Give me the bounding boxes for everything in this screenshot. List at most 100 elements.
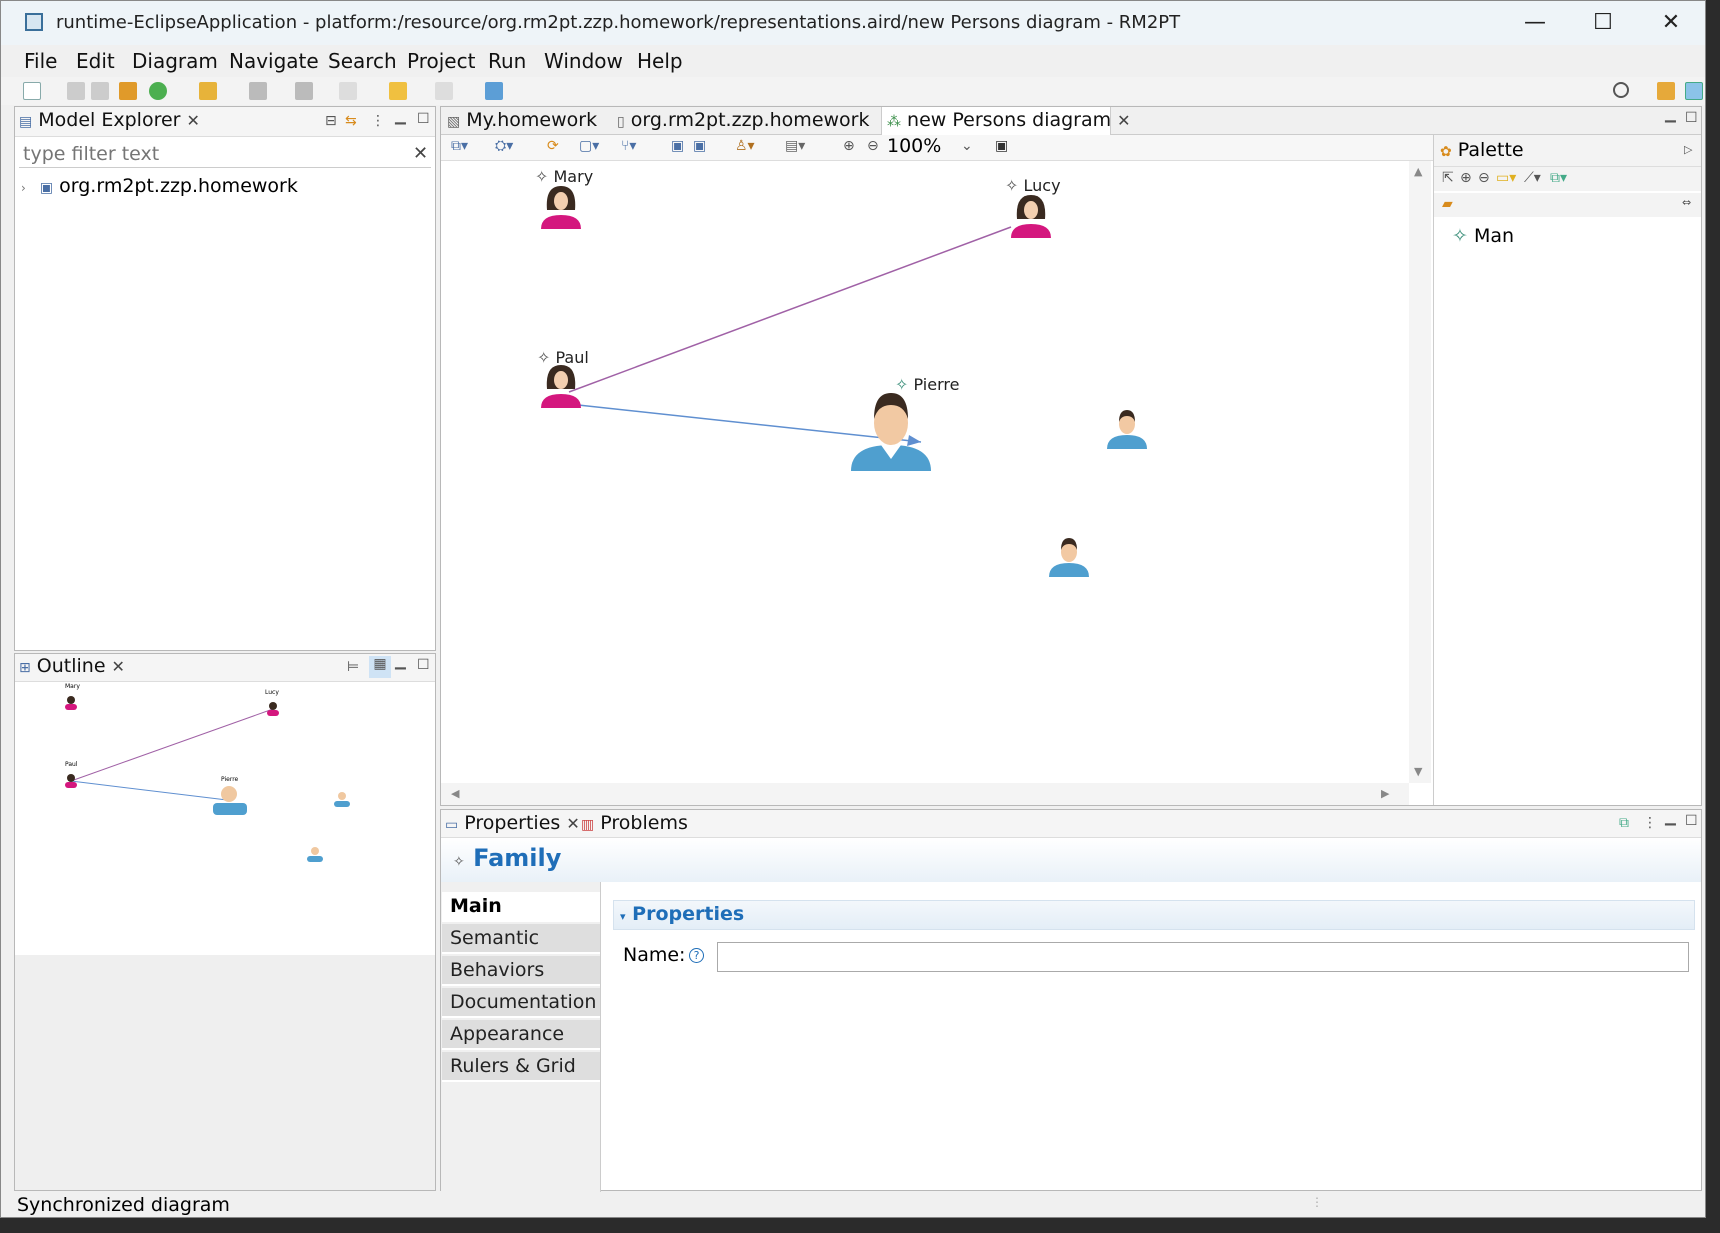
select-all-icon[interactable]: ▢▾ <box>579 138 599 154</box>
menu-edit[interactable]: Edit <box>76 49 115 73</box>
pin-view-icon[interactable]: ⧉ <box>1619 815 1629 831</box>
pin-tool-icon[interactable]: ⧉▾ <box>1550 170 1567 186</box>
properties-section-header[interactable]: ▾ Properties <box>613 900 1695 930</box>
copy-format-icon[interactable]: ▤▾ <box>785 138 805 154</box>
close-icon[interactable]: ✕ <box>112 657 125 676</box>
last-edit-icon[interactable] <box>339 82 357 100</box>
arrange-icon[interactable]: ⑂▾ <box>621 138 636 154</box>
menu-help[interactable]: Help <box>637 49 683 73</box>
save-icon[interactable] <box>67 82 85 100</box>
note-tool-icon[interactable]: ▭▾ <box>1496 170 1516 186</box>
refresh-diagram-icon[interactable]: ⟳ <box>547 138 559 154</box>
minimize-editor-icon[interactable]: ▁ <box>1665 107 1676 123</box>
zoom-combo[interactable]: 100% <box>887 135 941 157</box>
outline-tree-icon[interactable]: ⊨ <box>347 659 359 675</box>
node-label-mary[interactable]: ✧ Mary <box>535 167 593 186</box>
menu-file[interactable]: File <box>24 49 57 73</box>
export-image-icon[interactable]: ▣ <box>995 138 1008 154</box>
category-rulers-grid[interactable]: Rulers & Grid <box>442 1052 600 1082</box>
scroll-right-icon[interactable]: ▶ <box>1381 787 1389 800</box>
expand-chevron-icon[interactable]: › <box>21 181 26 195</box>
view-menu-icon[interactable]: ⋮ <box>371 113 385 129</box>
modeling-perspective-icon[interactable] <box>1685 82 1703 100</box>
minimize-view-icon[interactable]: ▁ <box>395 109 406 125</box>
next-annotation-icon[interactable] <box>249 82 267 100</box>
menu-run[interactable]: Run <box>488 49 526 73</box>
clear-filter-icon[interactable]: ✕ <box>413 143 428 164</box>
section-collapse-icon[interactable]: ▾ <box>620 910 626 923</box>
scroll-up-icon[interactable]: ▲ <box>1414 165 1422 178</box>
search-icon[interactable] <box>1613 82 1629 98</box>
category-semantic[interactable]: Semantic <box>442 924 600 954</box>
close-icon[interactable]: ✕ <box>1117 111 1130 130</box>
node-label-paul[interactable]: ✧ Paul <box>537 348 589 367</box>
close-icon[interactable]: ✕ <box>566 814 579 833</box>
run-icon[interactable] <box>149 82 167 100</box>
horizontal-scrollbar[interactable]: ◀ ▶ <box>441 783 1409 805</box>
scroll-left-icon[interactable]: ◀ <box>451 787 459 800</box>
refresh-icon[interactable] <box>119 82 137 100</box>
tab-model-explorer[interactable]: ▤ Model Explorer ✕ <box>19 109 200 131</box>
tab-properties[interactable]: ▭ Properties ✕ <box>445 812 580 834</box>
menu-project[interactable]: Project <box>407 49 475 73</box>
filter-input[interactable] <box>19 140 431 168</box>
close-icon[interactable]: ✕ <box>186 111 199 130</box>
vertical-scrollbar[interactable]: ▲ ▼ <box>1409 161 1431 783</box>
menu-search[interactable]: Search <box>328 49 397 73</box>
tab-org-rm2pt[interactable]: ▯ org.rm2pt.zzp.homework <box>617 109 869 131</box>
node-label-lucy[interactable]: ✧ Lucy <box>1005 176 1061 195</box>
build-icon[interactable] <box>199 82 217 100</box>
zoom-dropdown-icon[interactable]: ⌄ <box>961 138 973 154</box>
tab-new-persons-diagram[interactable]: ⁂ new Persons diagram ✕ <box>887 109 1131 131</box>
man-figure-2[interactable] <box>1049 538 1089 577</box>
tab-outline[interactable]: ⊞ Outline ✕ <box>19 655 125 677</box>
tree-item-project[interactable]: › ▣ org.rm2pt.zzp.homework <box>21 175 298 197</box>
new-icon[interactable] <box>23 82 41 100</box>
filter-icon[interactable]: ⛭▾ <box>495 138 513 154</box>
minimize-view-icon[interactable]: ▁ <box>395 654 406 670</box>
outline-minimap[interactable]: Mary Lucy Paul Pierre <box>15 683 435 955</box>
man-figure-1[interactable] <box>1107 410 1147 449</box>
edge-paul-pierre[interactable] <box>568 403 922 443</box>
palette-drawer[interactable]: ▰ ⇔ <box>1434 193 1701 217</box>
maximize-view-icon[interactable]: ☐ <box>417 657 430 673</box>
minimize-view-icon[interactable]: ▁ <box>1665 810 1676 826</box>
man-pierre-figure[interactable] <box>851 393 931 471</box>
node-label-pierre[interactable]: ✧ Pierre <box>895 375 959 394</box>
zoom-out-icon[interactable]: ⊖ <box>867 138 879 154</box>
zoom-in-icon[interactable]: ⊕ <box>843 138 855 154</box>
align-icon[interactable]: ♙▾ <box>735 138 755 154</box>
pin-icon[interactable]: ▣ <box>671 138 684 154</box>
prev-annotation-icon[interactable] <box>295 82 313 100</box>
menu-navigate[interactable]: Navigate <box>229 49 319 73</box>
drawer-pin-icon[interactable]: ⇔ <box>1682 196 1691 209</box>
select-tool-icon[interactable]: ⇱ <box>1442 170 1454 186</box>
diagram-canvas[interactable]: ✧ Mary ✧ Lucy ✧ Paul ✧ Pierre <box>441 161 1409 783</box>
maximize-editor-icon[interactable]: ☐ <box>1685 110 1698 126</box>
palette-title[interactable]: ✿ Palette <box>1440 139 1524 161</box>
category-documentation[interactable]: Documentation <box>442 988 600 1018</box>
category-main[interactable]: Main <box>442 892 600 922</box>
help-icon[interactable]: ? <box>689 948 704 963</box>
minimize-button[interactable]: — <box>1507 7 1563 39</box>
category-appearance[interactable]: Appearance <box>442 1020 600 1050</box>
open-perspective-icon[interactable] <box>485 82 503 100</box>
collapse-all-icon[interactable]: ⊟ <box>325 113 337 129</box>
edge-paul-lucy[interactable] <box>568 226 1012 393</box>
palette-collapse-icon[interactable]: ▷ <box>1684 143 1692 156</box>
view-menu-icon[interactable]: ⋮ <box>1643 815 1657 831</box>
forward-icon[interactable] <box>435 82 453 100</box>
save-all-icon[interactable] <box>91 82 109 100</box>
link-editor-icon[interactable]: ⇆ <box>345 113 357 129</box>
category-behaviors[interactable]: Behaviors <box>442 956 600 986</box>
name-input[interactable] <box>717 942 1689 972</box>
maximize-view-icon[interactable]: ☐ <box>417 111 430 127</box>
connection-tool-icon[interactable]: ⟋▾ <box>1524 170 1541 186</box>
close-window-button[interactable]: ✕ <box>1643 7 1699 39</box>
woman-mary-figure[interactable] <box>541 186 581 229</box>
menu-window[interactable]: Window <box>544 49 623 73</box>
zoom-out-tool-icon[interactable]: ⊖ <box>1478 170 1490 186</box>
menu-diagram[interactable]: Diagram <box>132 49 218 73</box>
layer-icon[interactable]: ⧉▾ <box>451 138 468 154</box>
tab-my-homework[interactable]: ▧ My.homework <box>447 109 597 131</box>
